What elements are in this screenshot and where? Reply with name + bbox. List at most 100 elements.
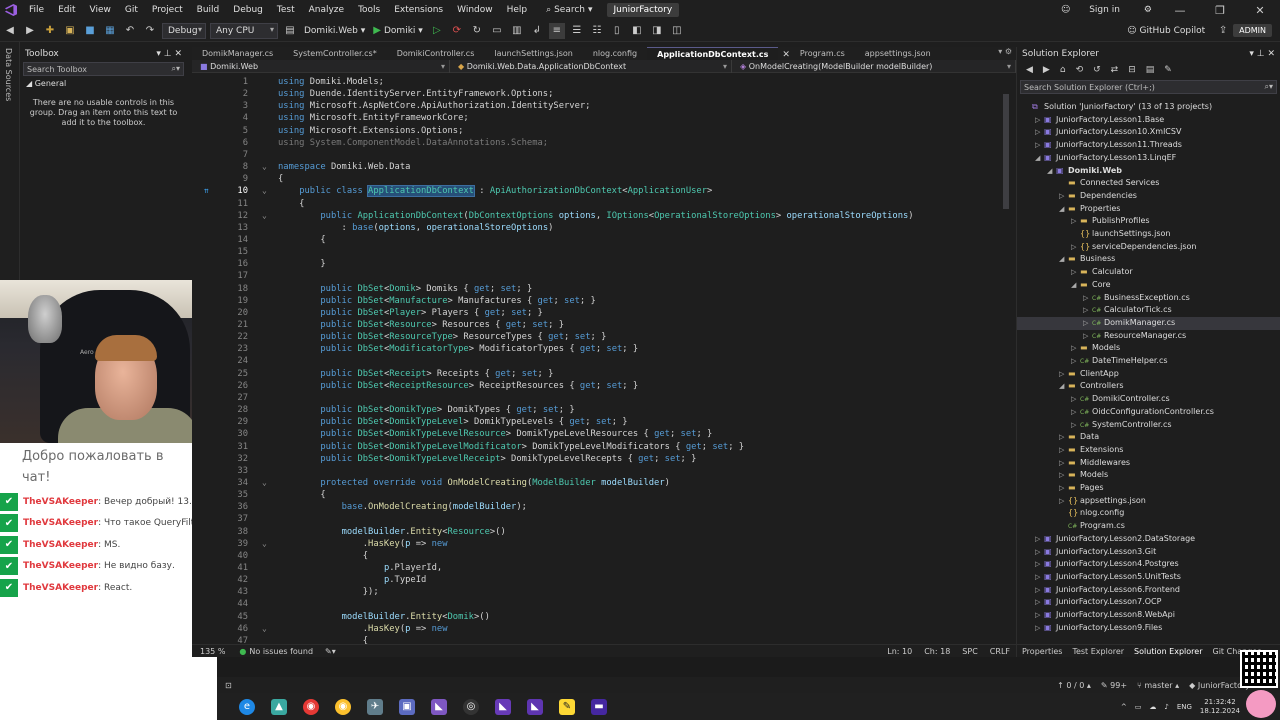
back-icon[interactable]: ◀ [2, 23, 18, 39]
tool-window-tab[interactable]: Solution Explorer [1129, 647, 1207, 656]
code-line[interactable]: 35 { [192, 489, 1016, 501]
project-nav-dropdown[interactable]: ■ Domiki.Web [192, 59, 450, 73]
code-line[interactable]: 7 [192, 149, 1016, 161]
menu-item[interactable]: Extensions [387, 0, 450, 20]
chrome-icon-2[interactable]: ◉ [335, 698, 351, 715]
share-icon[interactable]: ⇪ [1215, 23, 1231, 39]
menu-item[interactable]: Tools [351, 0, 387, 20]
expand-toggle-icon[interactable]: ▷ [1059, 482, 1068, 495]
startup-project-select[interactable]: Domiki.Web ▾ [304, 26, 365, 36]
save-all-icon[interactable]: ▦ [102, 23, 118, 39]
new-project-icon[interactable]: ✚ [42, 23, 58, 39]
tree-item[interactable]: ▷ ▣ JuniorFactory.Lesson3.Git [1017, 546, 1280, 559]
expand-toggle-icon[interactable]: ▷ [1035, 114, 1044, 127]
toolbox-search-input[interactable]: Search Toolbox ⌕▾ [23, 62, 184, 76]
expand-toggle-icon[interactable]: ▷ [1083, 304, 1092, 317]
tree-item[interactable]: ▷ C# CalculatorTick.cs [1017, 304, 1280, 317]
browser-link-icon[interactable]: ▭ [489, 23, 505, 39]
expand-toggle-icon[interactable]: ▷ [1059, 469, 1068, 482]
forward-icon[interactable]: ▶ [1043, 65, 1050, 75]
restore-button[interactable]: ❐ [1200, 4, 1240, 17]
line-count[interactable]: ↑ 0 / 0 ▴ [1057, 681, 1091, 690]
cloud-icon[interactable]: ☁ [1149, 703, 1156, 711]
tree-item[interactable]: ◢ ▬ Core [1017, 279, 1280, 292]
tree-item[interactable]: ▷ ▣ JuniorFactory.Lesson11.Threads [1017, 139, 1280, 152]
fold-toggle-icon[interactable]: ⌄ [262, 185, 267, 197]
code-line[interactable]: 27 [192, 392, 1016, 404]
code-line[interactable]: 21 public DbSet<Resource> Resources { ge… [192, 319, 1016, 331]
code-line[interactable]: 36 base.OnModelCreating(modelBuilder); [192, 501, 1016, 513]
expand-toggle-icon[interactable]: ▷ [1035, 622, 1044, 635]
expand-toggle-icon[interactable]: ▷ [1035, 558, 1044, 571]
clock[interactable]: 21:32:42 18.12.2024 [1200, 698, 1240, 716]
menu-item[interactable]: View [83, 0, 118, 20]
copilot-button[interactable]: ☺ GitHub Copilot [1119, 26, 1213, 36]
panel-options-icon[interactable]: ▾ ⊥ ✕ [1249, 49, 1275, 59]
tree-item[interactable]: ▷ C# ResourceManager.cs [1017, 330, 1280, 343]
expand-toggle-icon[interactable]: ◢ [1047, 165, 1056, 178]
tree-item[interactable]: ▷ ▬ Calculator [1017, 266, 1280, 279]
expand-toggle-icon[interactable]: ▷ [1035, 571, 1044, 584]
sync-icon[interactable]: ⇄ [1111, 65, 1119, 75]
comment-icon[interactable]: ☰ [569, 23, 585, 39]
wrench-icon[interactable]: ✎ [1164, 65, 1172, 75]
code-line[interactable]: 24 [192, 355, 1016, 367]
code-line[interactable]: 30 public DbSet<DomikTypeLevelResource> … [192, 428, 1016, 440]
code-line[interactable]: 43 }); [192, 586, 1016, 598]
tree-item[interactable]: ▷ C# DomikiController.cs [1017, 393, 1280, 406]
code-line[interactable]: 44 [192, 598, 1016, 610]
tree-item[interactable]: ▬ Connected Services [1017, 177, 1280, 190]
menu-item[interactable]: Test [270, 0, 302, 20]
step-icon[interactable]: ↲ [529, 23, 545, 39]
uncomment-icon[interactable]: ☷ [589, 23, 605, 39]
menu-item[interactable]: Analyze [302, 0, 351, 20]
code-line[interactable]: 29 public DbSet<DomikTypeLevel> DomikTyp… [192, 416, 1016, 428]
expand-toggle-icon[interactable]: ◢ [1059, 253, 1068, 266]
code-line[interactable]: 4 using Microsoft.EntityFrameworkCore; [192, 112, 1016, 124]
expand-toggle-icon[interactable]: ▷ [1083, 330, 1092, 343]
menu-item[interactable]: File [22, 0, 51, 20]
code-line[interactable]: 28 public DbSet<DomikType> DomikTypes { … [192, 404, 1016, 416]
tray-overflow-icon[interactable]: ^ [1121, 703, 1127, 711]
codelens-icon[interactable]: ⇈ [204, 185, 209, 197]
tree-item[interactable]: ⧉ Solution 'JuniorFactory' (13 of 13 proj… [1017, 101, 1280, 114]
code-line[interactable]: 2 using Duende.IdentityServer.EntityFrame… [192, 88, 1016, 100]
tree-item[interactable]: ▷ C# DomikManager.cs [1017, 316, 1280, 330]
expand-toggle-icon[interactable]: ◢ [1059, 203, 1068, 216]
fold-toggle-icon[interactable]: ⌄ [262, 210, 267, 222]
tree-item[interactable]: ▷ ▣ JuniorFactory.Lesson5.UnitTests [1017, 571, 1280, 584]
expand-toggle-icon[interactable]: ▷ [1035, 139, 1044, 152]
tree-item[interactable]: ▷ ▣ JuniorFactory.Lesson6.Frontend [1017, 584, 1280, 597]
document-tab[interactable]: DomikiController.cs [387, 47, 485, 60]
undo-icon[interactable]: ↶ [122, 23, 138, 39]
code-line[interactable]: 34 ⌄ protected override void OnModelCreat… [192, 477, 1016, 489]
code-line[interactable]: 5 using Microsoft.Extensions.Options; [192, 125, 1016, 137]
tree-item[interactable]: ▷ ▬ Middlewares [1017, 457, 1280, 470]
code-line[interactable]: 38 modelBuilder.Entity<Resource>() [192, 526, 1016, 538]
filter-icon[interactable]: ≡ [548, 22, 565, 39]
code-line[interactable]: 15 [192, 246, 1016, 258]
tree-item[interactable]: ▷ ▣ JuniorFactory.Lesson1.Base [1017, 114, 1280, 127]
tree-item[interactable]: ◢ ▬ Properties [1017, 203, 1280, 216]
tree-item[interactable]: ▷ C# BusinessException.cs [1017, 292, 1280, 305]
code-line[interactable]: 22 public DbSet<ResourceType> ResourceTy… [192, 331, 1016, 343]
menu-item[interactable]: Window [450, 0, 500, 20]
expand-toggle-icon[interactable]: ▷ [1071, 406, 1080, 419]
code-line[interactable]: 17 [192, 270, 1016, 282]
tree-item[interactable]: ▷ ▬ Dependencies [1017, 190, 1280, 203]
code-line[interactable]: 42 p.TypeId [192, 574, 1016, 586]
code-line[interactable]: 12 ⌄ public ApplicationDbContext(DbContex… [192, 210, 1016, 222]
tree-item[interactable]: C# Program.cs [1017, 520, 1280, 533]
expand-toggle-icon[interactable]: ◢ [1071, 279, 1080, 292]
expand-toggle-icon[interactable]: ▷ [1071, 241, 1080, 254]
code-line[interactable]: 18 public DbSet<Domik> Domiks { get; set… [192, 283, 1016, 295]
code-line[interactable]: 26 public DbSet<ReceiptResource> Receipt… [192, 380, 1016, 392]
menu-item[interactable]: Debug [226, 0, 270, 20]
tree-item[interactable]: ▷ ▬ PublishProfiles [1017, 215, 1280, 228]
code-line[interactable]: 9{ [192, 173, 1016, 185]
expand-toggle-icon[interactable]: ▷ [1059, 444, 1068, 457]
visual-studio-icon-2[interactable]: ◣ [495, 698, 511, 715]
hot-reload-icon[interactable]: ⟳ [449, 23, 465, 39]
menu-item[interactable]: Help [500, 0, 535, 20]
whitespace-mode[interactable]: SPC [956, 647, 984, 656]
